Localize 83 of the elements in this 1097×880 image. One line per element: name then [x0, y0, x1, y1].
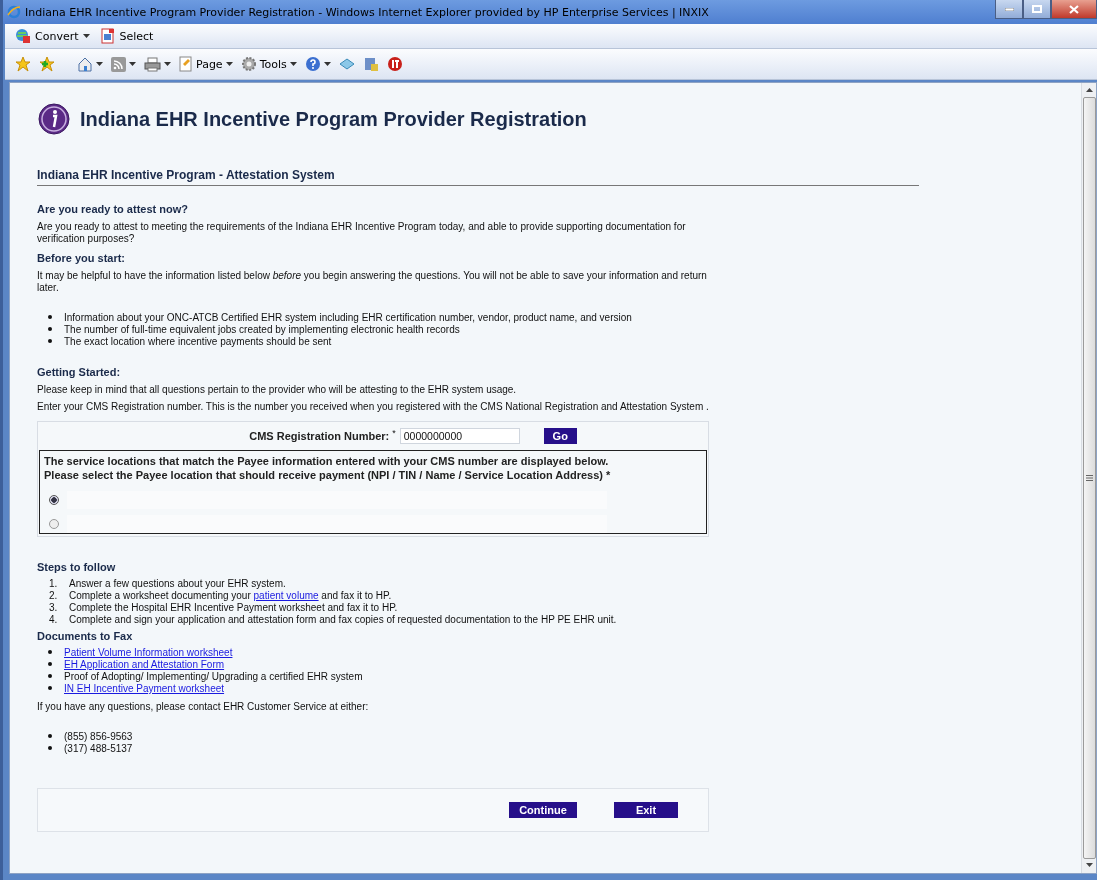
command-button[interactable]: Select — [119, 29, 154, 43]
maximize-button[interactable] — [1023, 0, 1051, 19]
home-icon[interactable] — [77, 56, 93, 72]
maximize-icon — [1032, 5, 1042, 13]
bullet-icon — [48, 662, 52, 667]
list-item: (317) 488-5137 — [64, 743, 133, 754]
stop-icon[interactable] — [386, 56, 403, 72]
required-marker: * — [392, 427, 396, 439]
step-text: Complete the Hospital EHR Incentive Payment worksheet and fax it to HP. — [69, 602, 398, 614]
gear-icon — [240, 56, 257, 72]
printer-icon[interactable] — [144, 56, 161, 72]
bullet-icon — [48, 746, 52, 751]
paragraph: It may be helpful to have the information listed below before you begin answering the questions. You will not be able to save your information and return later. — [37, 270, 708, 294]
heading: Getting Started: — [37, 366, 121, 378]
document-link[interactable]: IN EH Incentive Payment worksheet — [64, 683, 225, 694]
command-button[interactable]: Convert — [35, 29, 79, 43]
bullet-icon — [48, 686, 52, 691]
step-text: Answer a few questions about your EHR system. — [69, 578, 286, 590]
document-link[interactable]: EH Application and Attestation Form — [64, 659, 225, 670]
caret-icon[interactable] — [164, 62, 171, 66]
minimize-button[interactable] — [995, 0, 1023, 19]
input-field[interactable]: 0000000000 — [399, 428, 520, 444]
field-label: CMS Registration Number: — [249, 430, 390, 442]
paragraph: Enter your CMS Registration number. This is the number you received when you registered with the CMS National Registration and Attestation System . — [37, 401, 709, 413]
heading: Before you start: — [37, 252, 126, 264]
browser-icon — [7, 5, 21, 19]
instruction-text: The service locations that match the Payee information entered with your CMS number are displayed below. — [44, 454, 610, 468]
continue-button[interactable]: Continue — [509, 802, 577, 818]
caret-icon[interactable] — [225, 62, 233, 66]
caret-icon[interactable] — [323, 62, 331, 66]
paragraph: If you have any questions, please contact EHR Customer Service at either: — [37, 701, 370, 713]
help-icon[interactable] — [304, 56, 321, 72]
list-item: Information about your ONC-ATCB Certified EHR system including EHR certification number, vendor, product name, and version — [64, 312, 632, 323]
grip-icon[interactable] — [1085, 475, 1093, 481]
scroll-down-icon[interactable] — [1085, 863, 1093, 868]
bullet-icon — [48, 315, 52, 320]
paragraph: Are you ready to attest to meeting the requirements of the Indiana EHR Incentive Program today, and able to provide supporting documentation for verification purposes? — [37, 221, 687, 245]
list-item: The number of full-time equivalent jobs created by implementing electronic health records — [64, 324, 460, 335]
close-button[interactable] — [1051, 0, 1097, 19]
list-item: The exact location where incentive payments should be sent — [64, 336, 332, 347]
paragraph: Please keep in mind that all questions pertain to the provider who will be attesting to the EHR system usage. — [37, 384, 518, 396]
scrollbar[interactable] — [1081, 83, 1096, 873]
step-text: Complete and sign your application and attestation form and fax copies of requested documentation to the HP PE EHR unit. — [69, 614, 617, 626]
star-plus-icon[interactable] — [39, 56, 55, 72]
caret-icon[interactable] — [289, 62, 297, 66]
bullet-icon — [48, 327, 52, 332]
bullet-icon — [48, 339, 52, 344]
page-menu[interactable]: Page — [196, 57, 223, 71]
section-title: Indiana EHR Incentive Program - Attestation System — [37, 168, 335, 182]
star-icon[interactable] — [15, 56, 31, 72]
document-link[interactable]: Patient Volume Information worksheet — [64, 647, 233, 658]
caret-icon[interactable] — [96, 62, 103, 66]
bullet-icon — [48, 734, 52, 739]
radio-button[interactable] — [49, 519, 59, 529]
step-number: 1. — [49, 578, 59, 590]
close-icon — [1069, 4, 1079, 14]
list-item: (855) 856-9563 — [64, 731, 133, 742]
heading: Documents to Fax — [37, 630, 133, 642]
scroll-up-icon[interactable] — [1085, 88, 1093, 93]
step-number: 2. — [49, 590, 59, 602]
caret-icon[interactable] — [82, 34, 90, 38]
list-item: Proof of Adopting/ Implementing/ Upgrading a certified EHR system — [64, 671, 363, 682]
page-title: Indiana EHR Incentive Program Provider Registration — [80, 107, 587, 132]
inline-link[interactable]: patient volume — [253, 590, 319, 601]
instruction-text: Please select the Payee location that should receive payment (NPI / TIN / Name / Service Location Address) * — [44, 468, 612, 482]
tools-menu[interactable]: Tools — [259, 57, 287, 71]
page-icon — [179, 56, 193, 72]
globe-icon — [15, 28, 31, 44]
bullet-icon — [48, 650, 52, 655]
step-number: 3. — [49, 602, 59, 614]
document-icon — [99, 28, 116, 44]
exit-button[interactable]: Exit — [614, 802, 678, 818]
go-button[interactable]: Go — [543, 428, 577, 444]
minimize-icon — [1004, 7, 1014, 11]
caret-icon[interactable] — [129, 62, 136, 66]
heading: Steps to follow — [37, 561, 116, 573]
heading: Are you ready to attest now? — [37, 203, 188, 215]
step-text: Complete a worksheet documenting your patient volume and fax it to HP. — [69, 590, 392, 602]
window-title: Indiana EHR Incentive Program Provider Registration - Windows Internet Explorer provided by HP Enterprise Services | INXIX — [25, 5, 709, 19]
bullet-icon — [48, 674, 52, 679]
logo-icon — [38, 103, 70, 135]
radio-button[interactable] — [49, 495, 59, 505]
step-number: 4. — [49, 614, 59, 626]
